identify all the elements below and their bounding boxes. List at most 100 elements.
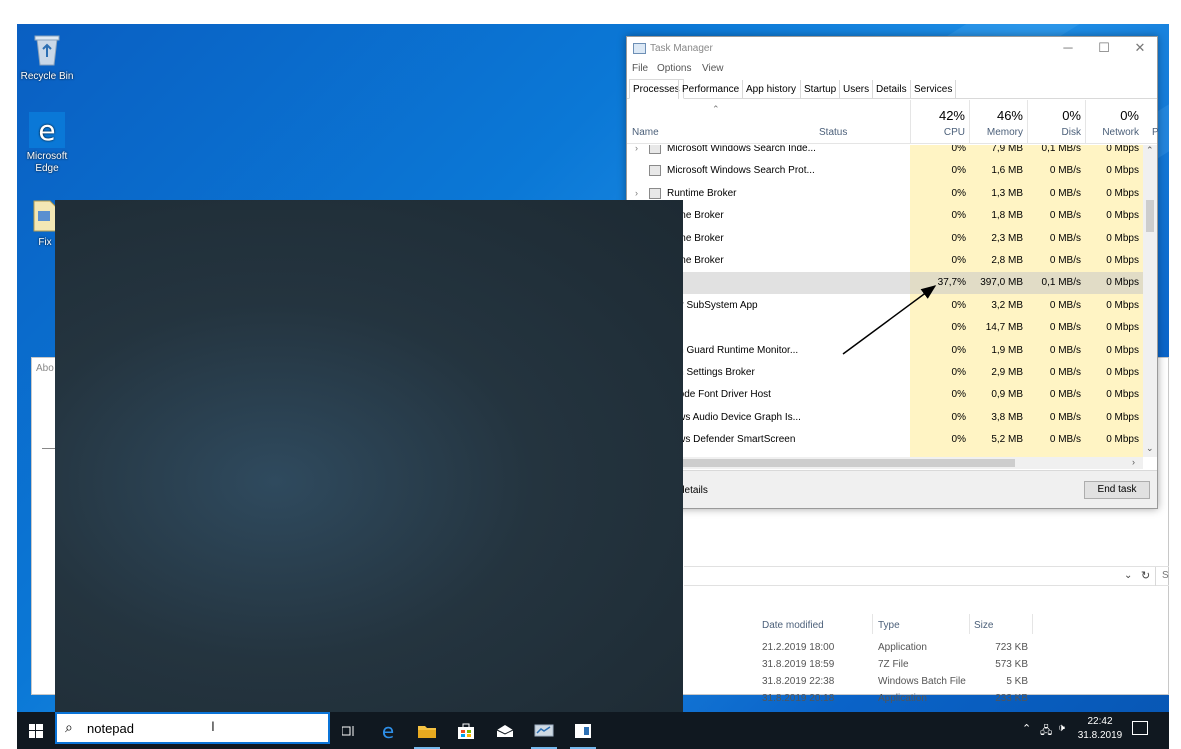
tab-details[interactable]: Details bbox=[872, 80, 910, 99]
column-name[interactable]: Name bbox=[632, 127, 659, 138]
process-row[interactable]: oler SubSystem App 0% 3,2 MB 0 MB/s 0 Mbps bbox=[627, 295, 1143, 317]
column-cpu[interactable]: 42% CPU bbox=[910, 100, 969, 144]
scroll-thumb[interactable] bbox=[627, 459, 1015, 467]
desktop: Recycle Bin e Microsoft Edge Fix Abo ⌄ ↻… bbox=[17, 24, 1169, 749]
clock-time: 22:42 bbox=[1087, 716, 1113, 727]
scroll-up-icon[interactable]: ⌃ bbox=[1146, 145, 1154, 156]
process-row[interactable]: dows Defender SmartScreen 0% 5,2 MB 0 MB/s 0… bbox=[627, 429, 1143, 451]
desktop-icon-recycle-bin[interactable]: Recycle Bin bbox=[17, 32, 77, 83]
minimize-button[interactable]: ─ bbox=[1050, 37, 1086, 61]
process-cpu: 0% bbox=[951, 411, 966, 423]
column-power-truncated[interactable]: P bbox=[1152, 127, 1159, 138]
process-network: 0 Mbps bbox=[1106, 277, 1139, 289]
process-memory: 397,0 MB bbox=[980, 277, 1023, 289]
tab-performance[interactable]: Performance bbox=[678, 80, 742, 99]
process-disk: 0 MB/s bbox=[1049, 299, 1081, 311]
end-task-button[interactable]: End task bbox=[1084, 481, 1150, 499]
process-disk: 0 MB/s bbox=[1049, 322, 1081, 334]
expand-icon[interactable]: › bbox=[635, 145, 638, 153]
chevron-up-icon[interactable]: ⌃ bbox=[1022, 722, 1031, 735]
process-row[interactable]: t0%14,7 MB0 MB/s0 Mbps bbox=[627, 317, 1143, 339]
tab-startup[interactable]: Startup bbox=[800, 80, 839, 99]
maximize-button[interactable]: ☐ bbox=[1086, 37, 1122, 61]
chevron-down-icon[interactable]: ⌄ bbox=[1124, 570, 1132, 581]
menu-options[interactable]: Options bbox=[657, 63, 691, 74]
process-row[interactable]: dows Audio Device Graph Is... 0% 3,8 MB 0 M… bbox=[627, 407, 1143, 429]
title-bar[interactable]: Task Manager ─ ☐ ✕ bbox=[627, 37, 1157, 61]
scroll-thumb[interactable] bbox=[1146, 200, 1154, 232]
process-network: 0 Mbps bbox=[1106, 210, 1139, 222]
taskbar-search-box[interactable]: ⌕ I bbox=[55, 712, 330, 744]
file-type: Windows Batch File bbox=[878, 676, 966, 687]
tab-app-history[interactable]: App history bbox=[742, 80, 799, 99]
process-row[interactable]: rmode Font Driver Host 0% 0,9 MB 0 MB/s 0 Mb… bbox=[627, 384, 1143, 406]
process-disk: 0 MB/s bbox=[1049, 232, 1081, 244]
menu-file[interactable]: File bbox=[632, 63, 648, 74]
start-button[interactable] bbox=[17, 712, 55, 749]
process-row[interactable]: ntime Broker 0% 1,8 MB 0 MB/s 0 Mbps bbox=[627, 205, 1143, 227]
taskbar-app[interactable] bbox=[564, 712, 602, 749]
process-cpu: 0% bbox=[951, 210, 966, 222]
process-cpu: 0% bbox=[951, 145, 966, 154]
process-name: tem Guard Runtime Monitor... bbox=[667, 344, 799, 356]
taskbar-task-manager[interactable] bbox=[525, 712, 563, 749]
cpu-label: CPU bbox=[943, 127, 965, 138]
process-row[interactable]: tem Settings Broker 0% 2,9 MB 0 MB/s 0 Mbps bbox=[627, 362, 1143, 384]
horizontal-scrollbar[interactable]: › bbox=[627, 457, 1143, 469]
scroll-down-icon[interactable]: ⌄ bbox=[1146, 443, 1154, 454]
task-manager-window[interactable]: Task Manager ─ ☐ ✕ File Options View Pro… bbox=[626, 36, 1159, 509]
tab-users[interactable]: Users bbox=[839, 80, 872, 99]
menu-view[interactable]: View bbox=[702, 63, 724, 74]
tab-processes[interactable]: Processes bbox=[629, 79, 684, 99]
process-disk: 0 MB/s bbox=[1049, 344, 1081, 356]
process-row[interactable]: ntime Broker 0% 2,3 MB 0 MB/s 0 Mbps bbox=[627, 228, 1143, 250]
fewer-details-link[interactable]: details bbox=[679, 485, 708, 496]
desktop-icon-edge[interactable]: e Microsoft Edge bbox=[17, 112, 77, 175]
process-cpu: 0% bbox=[951, 232, 966, 244]
taskbar-mail[interactable] bbox=[486, 712, 524, 749]
process-icon bbox=[649, 187, 661, 199]
explorer-title: Abo bbox=[36, 363, 54, 374]
taskbar-store[interactable] bbox=[447, 712, 485, 749]
process-disk: 0 MB/s bbox=[1049, 255, 1081, 266]
process-row[interactable]: › Runtime Broker 0% 1,3 MB 0 MB/s 0 Mbps bbox=[627, 183, 1143, 205]
process-row[interactable]: tem Guard Runtime Monitor... 0% 1,9 MB 0 MB… bbox=[627, 340, 1143, 362]
process-network: 0 Mbps bbox=[1106, 322, 1139, 334]
file-size: 573 KB bbox=[995, 659, 1028, 670]
task-view-button[interactable] bbox=[330, 712, 368, 749]
notification-icon[interactable] bbox=[1132, 721, 1148, 735]
refresh-icon[interactable]: ↻ bbox=[1141, 569, 1150, 582]
process-disk: 0,1 MB/s bbox=[1041, 145, 1081, 154]
column-size[interactable]: Size bbox=[974, 620, 993, 631]
network-total: 0% bbox=[1120, 108, 1139, 123]
store-icon bbox=[458, 723, 474, 739]
process-row[interactable]: › Microsoft Windows Search Inde... 0% 7,9 M… bbox=[627, 145, 1143, 160]
column-type[interactable]: Type bbox=[878, 620, 900, 631]
tab-services[interactable]: Services bbox=[910, 80, 957, 99]
network-icon[interactable]: 🖧 bbox=[1040, 722, 1052, 741]
scroll-right-icon[interactable]: › bbox=[1132, 457, 1135, 467]
vertical-scrollbar[interactable]: ⌃ ⌄ bbox=[1143, 145, 1157, 457]
column-disk[interactable]: 0% Disk bbox=[1027, 100, 1085, 144]
process-row[interactable]: rch37,7%397,0 MB0,1 MB/s0 Mbps bbox=[627, 272, 1143, 295]
column-date-modified[interactable]: Date modified bbox=[762, 620, 824, 631]
svg-text:e: e bbox=[38, 114, 55, 147]
process-row[interactable]: Microsoft Windows Search Prot... 0% 1,6 MB… bbox=[627, 160, 1143, 182]
explorer-address-bar[interactable]: ⌄ ↻ Searc bbox=[684, 566, 1169, 586]
volume-icon[interactable]: 🕩 bbox=[1058, 722, 1065, 735]
disk-label: Disk bbox=[1061, 127, 1081, 138]
close-button[interactable]: ✕ bbox=[1122, 37, 1158, 61]
process-memory: 7,9 MB bbox=[991, 145, 1023, 154]
expand-icon[interactable]: › bbox=[635, 188, 638, 198]
search-input[interactable] bbox=[87, 720, 287, 737]
recycle-bin-icon bbox=[29, 32, 65, 68]
process-memory: 5,2 MB bbox=[991, 434, 1023, 446]
process-row[interactable]: ntime Broker 0% 2,8 MB 0 MB/s 0 Mbps bbox=[627, 250, 1143, 272]
column-memory[interactable]: 46% Memory bbox=[969, 100, 1027, 144]
taskbar-edge[interactable]: e bbox=[369, 712, 407, 749]
explorer-search-input[interactable]: Searc bbox=[1155, 567, 1169, 586]
taskbar-file-explorer[interactable] bbox=[408, 712, 446, 749]
column-network[interactable]: 0% Network bbox=[1085, 100, 1143, 144]
column-status[interactable]: Status bbox=[819, 127, 847, 138]
clock[interactable]: 22:42 31.8.2019 bbox=[1075, 715, 1125, 743]
